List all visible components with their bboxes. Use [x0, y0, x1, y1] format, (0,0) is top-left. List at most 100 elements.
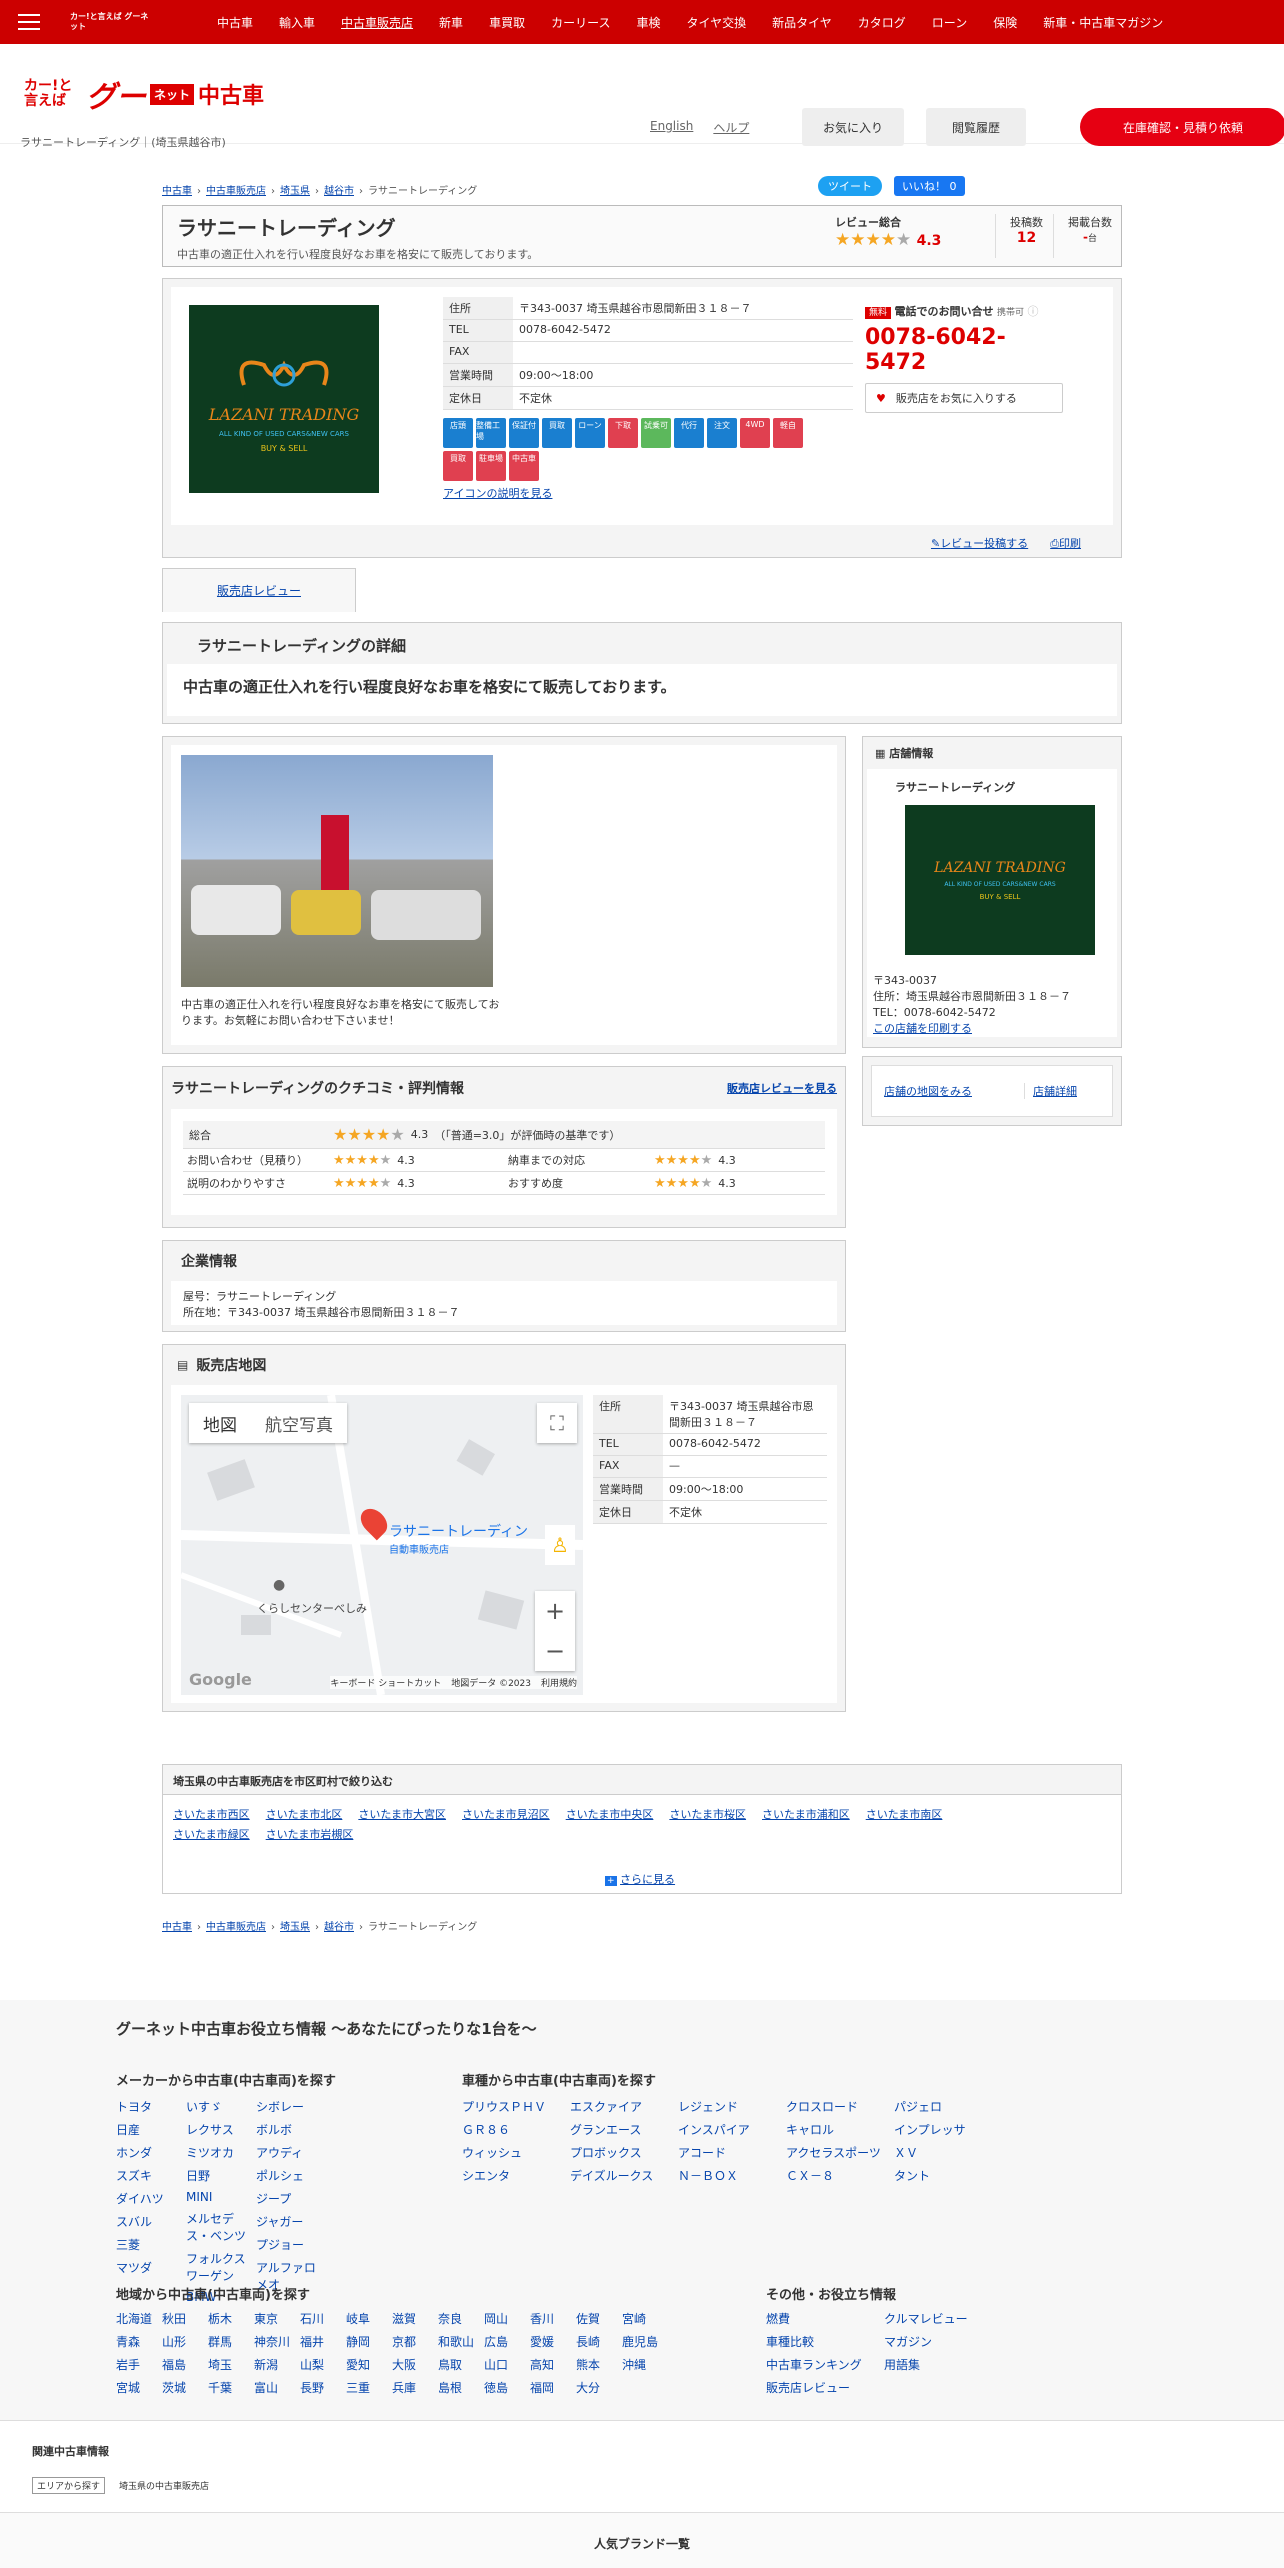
footer-link[interactable]: 用語集: [884, 2356, 1002, 2373]
map-tab[interactable]: 地図: [189, 1411, 251, 1436]
reviews-more-link[interactable]: 販売店レビューを見る: [727, 1080, 837, 1096]
footer-link[interactable]: ホンダ: [116, 2144, 186, 2161]
footer-link[interactable]: 広島: [484, 2333, 530, 2350]
footer-link[interactable]: 熊本: [576, 2356, 622, 2373]
footer-link[interactable]: 秋田: [162, 2310, 208, 2327]
footer-link[interactable]: マツダ: [116, 2259, 186, 2276]
area-link[interactable]: さいたま市桜区: [669, 1805, 746, 1825]
footer-link[interactable]: 鹿児島: [622, 2333, 668, 2350]
footer-link[interactable]: 岡山: [484, 2310, 530, 2327]
footer-link[interactable]: 兵庫: [392, 2379, 438, 2396]
footer-link[interactable]: 香川: [530, 2310, 576, 2327]
footer-link[interactable]: 和歌山: [438, 2333, 484, 2350]
footer-link[interactable]: プロボックス: [570, 2144, 678, 2161]
footer-link[interactable]: クルマレビュー: [884, 2310, 1002, 2327]
footer-link[interactable]: ジープ: [256, 2190, 326, 2207]
footer-link[interactable]: スズキ: [116, 2167, 186, 2184]
satellite-tab[interactable]: 航空写真: [251, 1411, 347, 1436]
area-link[interactable]: さいたま市見沼区: [462, 1805, 550, 1825]
footer-link[interactable]: プリウスＰＨＶ: [462, 2098, 570, 2115]
footer-link[interactable]: ミツオカ: [186, 2144, 256, 2161]
footer-link[interactable]: 大阪: [392, 2356, 438, 2373]
footer-link[interactable]: ＧＲ８６: [462, 2121, 570, 2138]
footer-link[interactable]: トヨタ: [116, 2098, 186, 2115]
footer-link[interactable]: シエンタ: [462, 2167, 570, 2184]
area-search-button[interactable]: エリアから探す: [32, 2477, 106, 2494]
shop-map-link[interactable]: 店舗の地図をみる: [884, 1083, 1024, 1099]
english-link[interactable]: English: [650, 119, 693, 136]
footer-link[interactable]: メルセデス・ベンツ: [186, 2210, 256, 2244]
area-link[interactable]: さいたま市北区: [266, 1805, 343, 1825]
footer-link[interactable]: 長崎: [576, 2333, 622, 2350]
footer-link[interactable]: 北海道: [116, 2310, 162, 2327]
zoom-in-icon[interactable]: +: [545, 1597, 565, 1625]
footer-link[interactable]: アウディ: [256, 2144, 326, 2161]
footer-link[interactable]: キャロル: [786, 2121, 894, 2138]
footer-link[interactable]: ウィッシュ: [462, 2144, 570, 2161]
area-more[interactable]: + さらに見る: [605, 1871, 675, 1887]
footer-link[interactable]: ジャガー: [256, 2213, 326, 2230]
breadcrumb-item[interactable]: 中古車: [162, 186, 192, 197]
nav-link[interactable]: カタログ: [845, 14, 919, 31]
tab-shop-review[interactable]: 販売店レビュー: [162, 568, 356, 612]
nav-link[interactable]: 輸入車: [266, 14, 328, 31]
breadcrumb-item[interactable]: 埼玉県: [280, 1922, 310, 1933]
footer-link[interactable]: エスクァイア: [570, 2098, 678, 2115]
footer-link[interactable]: 茨城: [162, 2379, 208, 2396]
nav-link[interactable]: 新車: [426, 14, 476, 31]
footer-link[interactable]: 埼玉: [208, 2356, 254, 2373]
nav-link[interactable]: 新品タイヤ: [759, 14, 845, 31]
related-area-link[interactable]: 埼玉県の中古車販売店: [119, 2479, 209, 2492]
footer-link[interactable]: 岩手: [116, 2356, 162, 2373]
footer-link[interactable]: インスパイア: [678, 2121, 786, 2138]
footer-link[interactable]: 京都: [392, 2333, 438, 2350]
footer-link[interactable]: いすゞ: [186, 2098, 256, 2115]
footer-link[interactable]: クロスロード: [786, 2098, 894, 2115]
footer-link[interactable]: Ｎ－ＢＯＸ: [678, 2167, 786, 2184]
footer-link[interactable]: タント: [894, 2167, 1002, 2184]
footer-link[interactable]: 山口: [484, 2356, 530, 2373]
nav-logo[interactable]: カー!と言えば グーネット: [70, 12, 156, 32]
area-link[interactable]: さいたま市南区: [866, 1805, 943, 1825]
nav-link[interactable]: ローン: [919, 14, 980, 31]
keyboard-shortcuts-link[interactable]: キーボード ショートカット: [330, 1676, 441, 1689]
area-link[interactable]: さいたま市浦和区: [762, 1805, 850, 1825]
footer-link[interactable]: 日野: [186, 2167, 256, 2184]
footer-link[interactable]: ポルシェ: [256, 2167, 326, 2184]
footer-link[interactable]: ＸＶ: [894, 2144, 1002, 2161]
icon-help-link[interactable]: アイコンの説明を見る: [443, 485, 853, 501]
footer-link[interactable]: アコード: [678, 2144, 786, 2161]
nav-link[interactable]: 中古車: [204, 14, 266, 31]
footer-link[interactable]: マガジン: [884, 2333, 1002, 2350]
footer-link[interactable]: 静岡: [346, 2333, 392, 2350]
footer-link[interactable]: 車種比較: [766, 2333, 884, 2350]
write-review-link[interactable]: ✎レビュー投稿する: [931, 535, 1028, 551]
area-more-link[interactable]: さらに見る: [620, 1873, 675, 1886]
footer-link[interactable]: 富山: [254, 2379, 300, 2396]
footer-link[interactable]: グランエース: [570, 2121, 678, 2138]
footer-link[interactable]: 中古車ランキング: [766, 2356, 884, 2373]
footer-link[interactable]: 徳島: [484, 2379, 530, 2396]
nav-link[interactable]: 車買取: [476, 14, 538, 31]
footer-link[interactable]: ダイハツ: [116, 2190, 186, 2207]
footer-link[interactable]: 滋賀: [392, 2310, 438, 2327]
footer-link[interactable]: 三菱: [116, 2236, 186, 2253]
nav-link[interactable]: 車検: [623, 14, 673, 31]
zoom-out-icon[interactable]: −: [545, 1637, 565, 1665]
breadcrumb-item[interactable]: 越谷市: [324, 1922, 354, 1933]
menu-icon[interactable]: [18, 14, 40, 30]
breadcrumb-item[interactable]: 中古車販売店: [206, 186, 266, 197]
footer-link[interactable]: ボルボ: [256, 2121, 326, 2138]
help-link[interactable]: ヘルプ: [713, 119, 749, 136]
footer-link[interactable]: 日産: [116, 2121, 186, 2138]
area-link[interactable]: さいたま市西区: [173, 1805, 250, 1825]
footer-link[interactable]: 群馬: [208, 2333, 254, 2350]
footer-link[interactable]: スバル: [116, 2213, 186, 2230]
footer-link[interactable]: 佐賀: [576, 2310, 622, 2327]
pegman-icon[interactable]: ♙: [545, 1525, 575, 1565]
footer-link[interactable]: 栃木: [208, 2310, 254, 2327]
footer-link[interactable]: 長野: [300, 2379, 346, 2396]
footer-link[interactable]: 燃費: [766, 2310, 884, 2327]
nav-link[interactable]: カーリース: [538, 14, 623, 31]
nav-link[interactable]: 新車・中古車マガジン: [1030, 14, 1176, 31]
